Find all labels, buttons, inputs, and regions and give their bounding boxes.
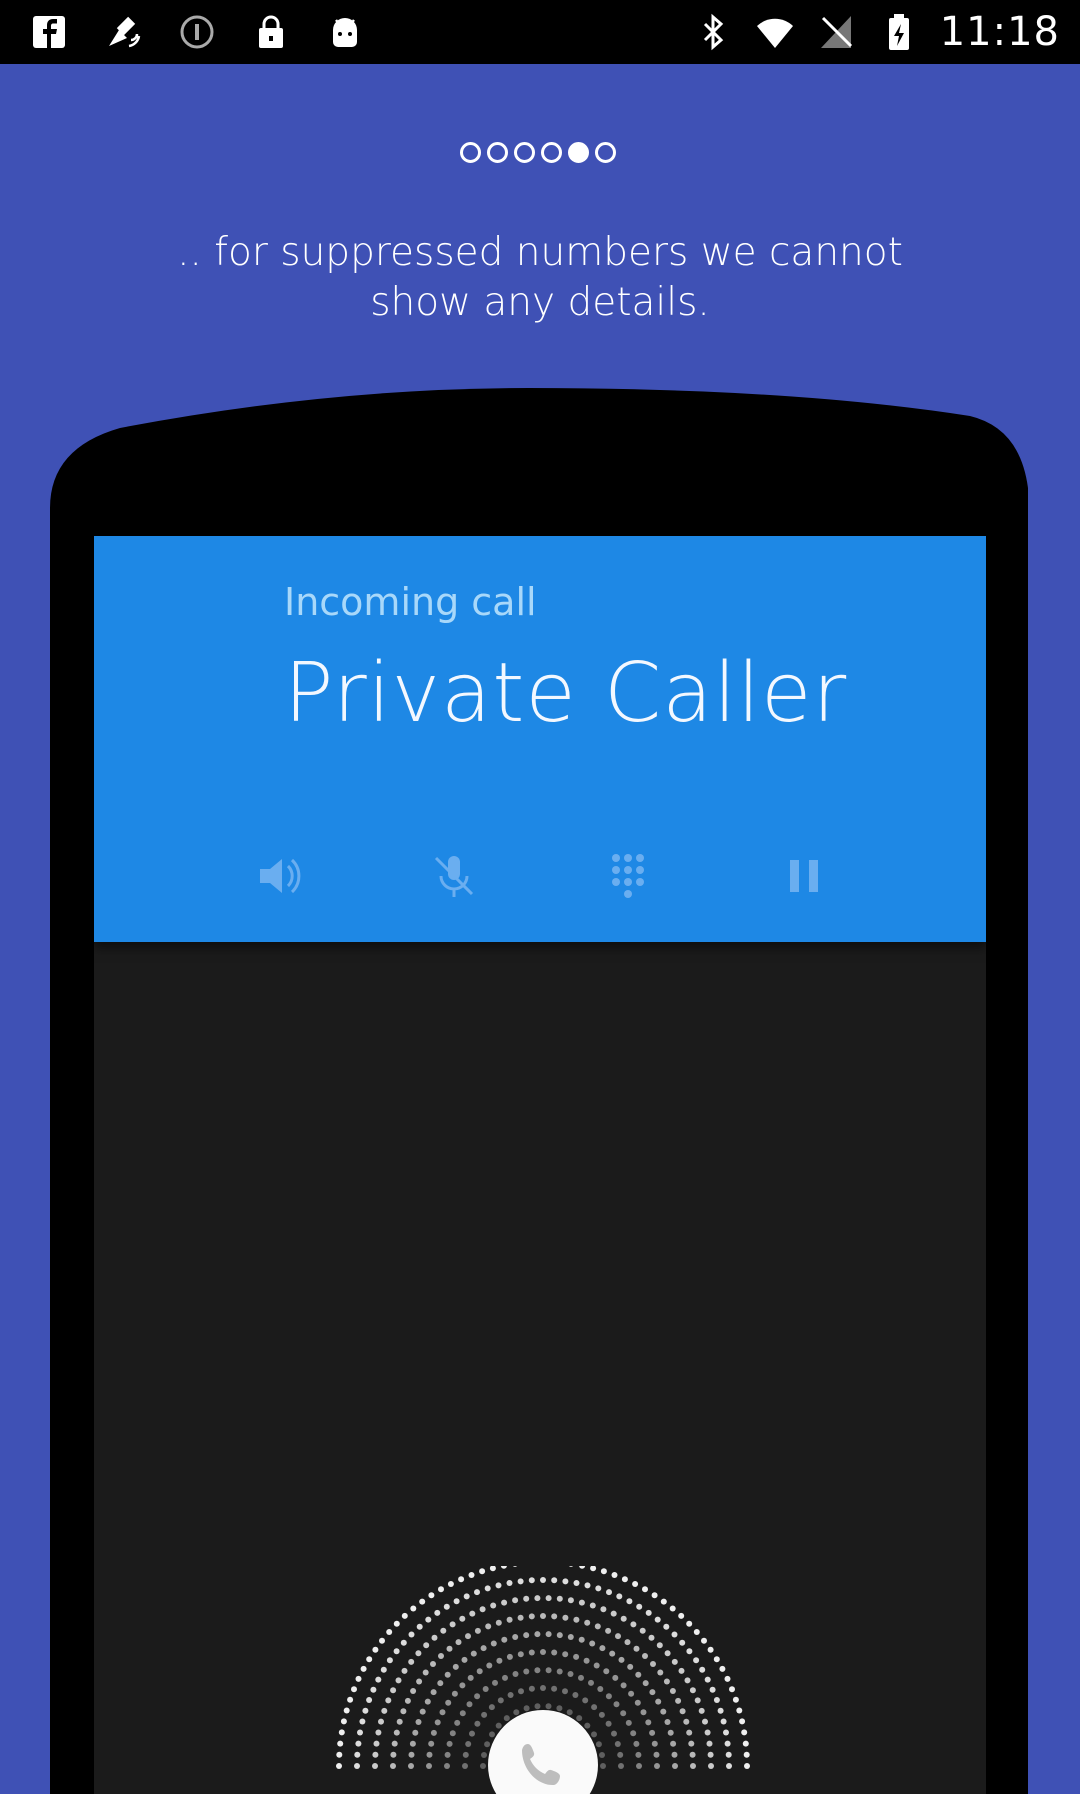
phone-icon xyxy=(522,1744,560,1786)
page-dot[interactable] xyxy=(487,141,508,163)
page-dot[interactable] xyxy=(568,141,589,163)
phone-screen: Incoming call Private Caller xyxy=(94,536,986,1794)
no-sim-icon xyxy=(816,11,858,53)
clock: 11:18 xyxy=(939,9,1060,55)
info-icon xyxy=(176,11,218,53)
system-icons: 11:18 xyxy=(692,8,1060,56)
description-text: .. for suppressed numbers we cannot show… xyxy=(177,230,903,325)
android-icon xyxy=(324,11,366,53)
page-dot[interactable] xyxy=(460,141,481,163)
mute-icon xyxy=(424,846,484,906)
notification-icons xyxy=(28,8,366,56)
phone-illustration: Incoming call Private Caller xyxy=(30,388,1028,1794)
battery-charging-icon xyxy=(878,11,920,53)
status-bar: 11:18 xyxy=(0,0,1080,64)
speaker-icon xyxy=(250,846,310,906)
pause-icon xyxy=(774,846,834,906)
page-dot[interactable] xyxy=(514,141,535,163)
app-root: 11:18 .. for suppressed numbers we canno… xyxy=(0,0,1080,1794)
page-indicator[interactable] xyxy=(460,140,616,164)
page-dot[interactable] xyxy=(595,141,616,163)
call-controls xyxy=(94,846,986,906)
caller-name: Private Caller xyxy=(284,646,848,741)
dialpad-icon xyxy=(598,846,658,906)
facebook-icon xyxy=(28,11,70,53)
page-dot[interactable] xyxy=(541,141,562,163)
call-header: Incoming call Private Caller xyxy=(94,536,986,942)
answer-area xyxy=(316,1566,766,1794)
lock-icon xyxy=(250,11,292,53)
wifi-icon xyxy=(754,11,796,53)
satellite-icon xyxy=(102,11,144,53)
call-status-label: Incoming call xyxy=(284,580,537,624)
bluetooth-icon xyxy=(692,11,734,53)
